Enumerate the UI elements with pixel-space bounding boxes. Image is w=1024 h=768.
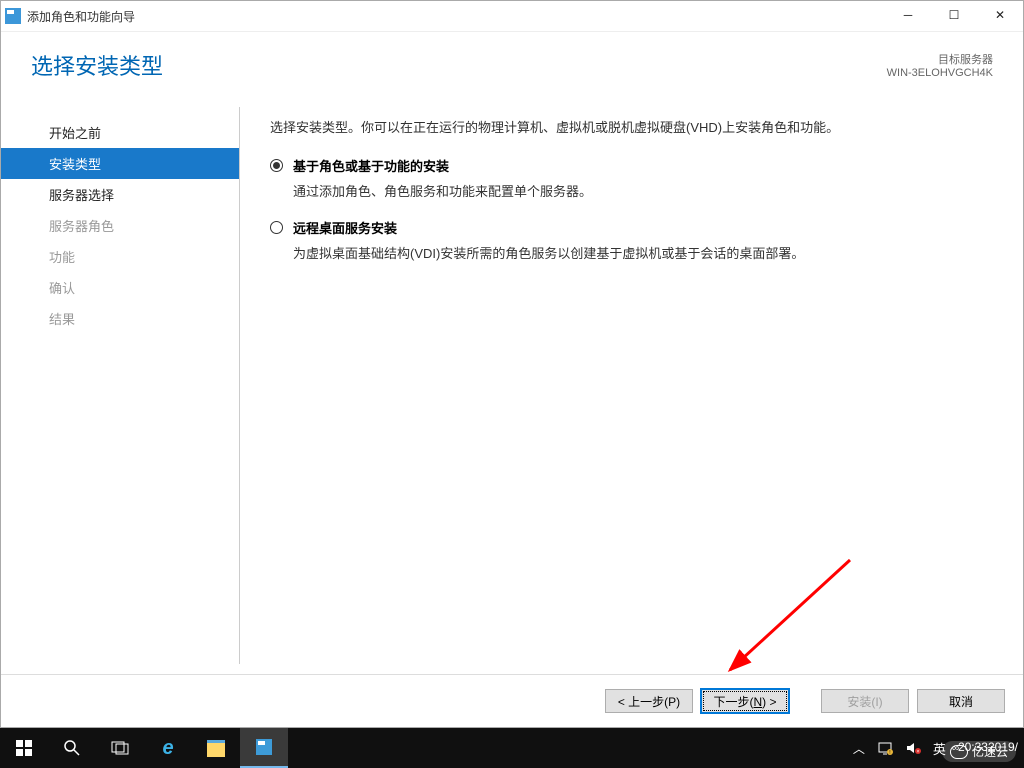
destination-info: 目标服务器 WIN-3ELOHVGCH4K [887,51,993,79]
windows-icon [16,740,32,756]
option-role-based[interactable]: 基于角色或基于功能的安装 [270,152,993,179]
cloud-icon [950,745,968,759]
install-button: 安装(I) [821,689,909,713]
taskbar-server-manager[interactable] [240,728,288,768]
radio-icon[interactable] [270,221,283,234]
header: 选择安装类型 目标服务器 WIN-3ELOHVGCH4K [1,32,1023,97]
destination-server: WIN-3ELOHVGCH4K [887,67,993,79]
close-button[interactable]: ✕ [977,1,1023,31]
page-title: 选择安装类型 [31,49,163,81]
footer: < 上一步(P) 下一步(N) > 安装(I) 取消 [1,674,1023,727]
ie-icon: e [162,737,173,760]
radio-icon[interactable] [270,159,283,172]
step-features: 功能 [1,241,239,272]
search-icon [63,739,81,757]
network-icon[interactable]: ! [871,728,899,768]
option-title: 远程桌面服务安装 [293,218,397,237]
task-view-icon [111,741,129,755]
search-button[interactable] [48,728,96,768]
svg-text:×: × [916,749,919,755]
intro-text: 选择安装类型。你可以在正在运行的物理计算机、虚拟机或脱机虚拟硬盘(VHD)上安装… [270,117,993,136]
next-button[interactable]: 下一步(N) > [701,689,789,713]
step-server-roles: 服务器角色 [1,210,239,241]
svg-text:!: ! [889,750,890,756]
start-button[interactable] [0,728,48,768]
taskbar-explorer[interactable] [192,728,240,768]
app-icon [5,8,21,24]
cancel-button[interactable]: 取消 [917,689,1005,713]
option-desc: 为虚拟桌面基础结构(VDI)安装所需的角色服务以创建基于虚拟机或基于会话的桌面部… [270,243,993,262]
taskbar: e ︿ ! × 英 20:33 2019/ [0,728,1024,768]
step-installation-type[interactable]: 安装类型 [1,148,239,179]
minimize-button[interactable]: ─ [885,1,931,31]
tray-chevron-up-icon[interactable]: ︿ [847,728,871,768]
server-manager-icon [256,739,272,755]
step-results: 结果 [1,303,239,334]
option-desc: 通过添加角色、角色服务和功能来配置单个服务器。 [270,181,993,200]
step-confirmation: 确认 [1,272,239,303]
option-title: 基于角色或基于功能的安装 [293,156,449,175]
destination-label: 目标服务器 [887,51,993,67]
window-title: 添加角色和功能向导 [27,8,135,25]
maximize-button[interactable]: ☐ [931,1,977,31]
step-server-selection[interactable]: 服务器选择 [1,179,239,210]
watermark: 亿速云 [942,741,1016,762]
content-area: 选择安装类型。你可以在正在运行的物理计算机、虚拟机或脱机虚拟硬盘(VHD)上安装… [240,97,1023,674]
volume-icon[interactable]: × [899,728,927,768]
option-remote-desktop[interactable]: 远程桌面服务安装 [270,214,993,241]
folder-icon [207,740,225,757]
wizard-sidebar: 开始之前 安装类型 服务器选择 服务器角色 功能 确认 结果 [1,97,239,674]
taskbar-ie[interactable]: e [144,728,192,768]
step-before-you-begin[interactable]: 开始之前 [1,117,239,148]
back-button[interactable]: < 上一步(P) [605,689,693,713]
titlebar: 添加角色和功能向导 ─ ☐ ✕ [1,1,1023,32]
task-view-button[interactable] [96,728,144,768]
wizard-window: 添加角色和功能向导 ─ ☐ ✕ 选择安装类型 目标服务器 WIN-3ELOHVG… [0,0,1024,728]
